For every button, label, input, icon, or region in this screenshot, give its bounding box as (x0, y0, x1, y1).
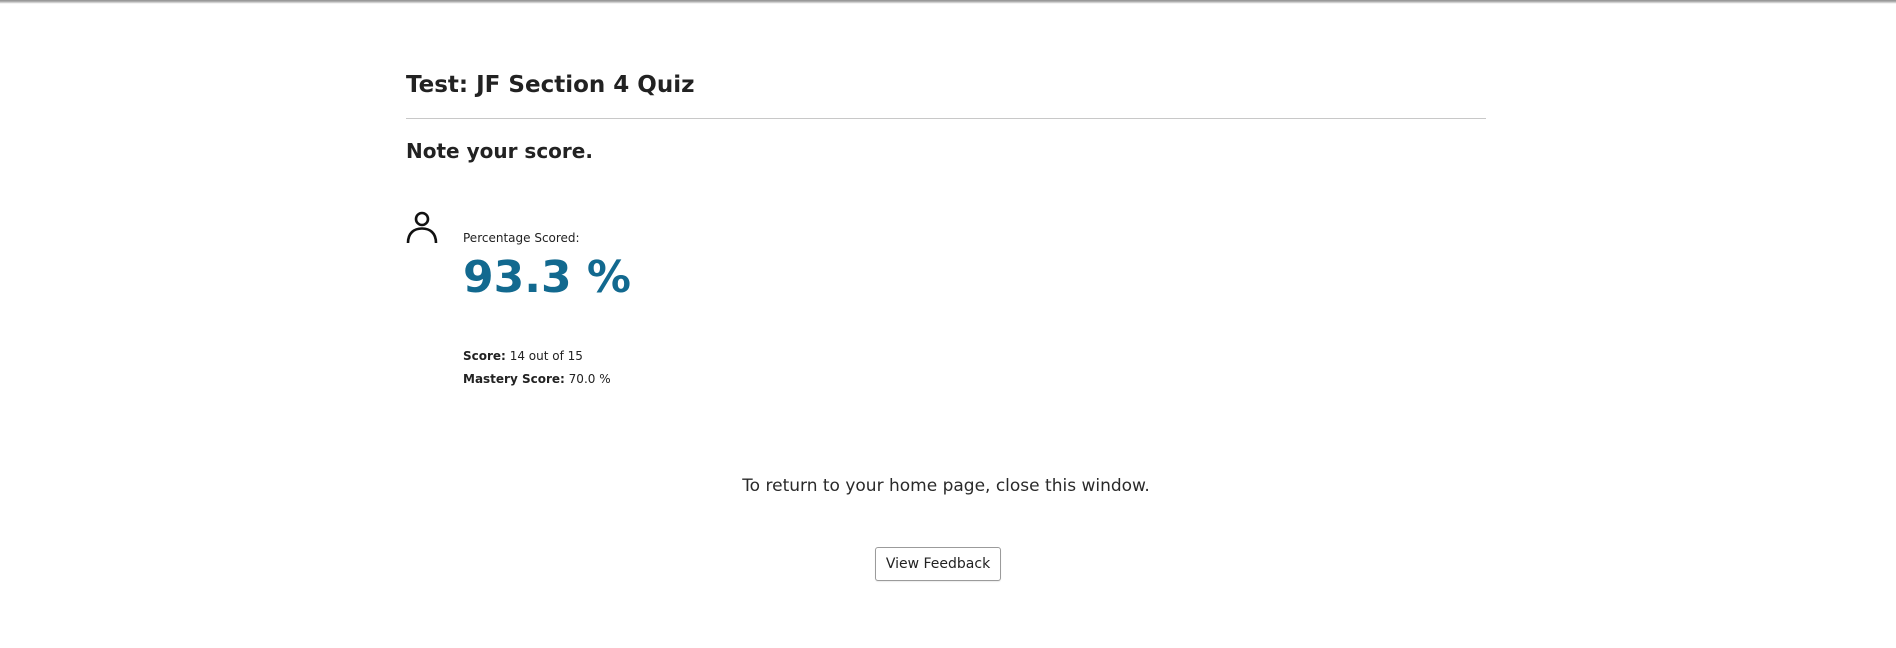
mastery-score-row: Mastery Score: 70.0 % (463, 368, 1063, 391)
mastery-score-label: Mastery Score: (463, 372, 565, 386)
note-heading: Note your score. (406, 139, 593, 163)
return-instructions: To return to your home page, close this … (742, 476, 1150, 496)
score-block: Percentage Scored: 93.3 % Score: 14 out … (463, 229, 1063, 391)
score-label: Score: (463, 349, 506, 363)
title-divider (406, 118, 1486, 119)
person-icon (406, 211, 438, 244)
view-feedback-button[interactable]: View Feedback (874, 547, 1002, 581)
score-details: Score: 14 out of 15 Mastery Score: 70.0 … (463, 345, 1063, 391)
percentage-label: Percentage Scored: (463, 231, 580, 245)
score-row: Score: 14 out of 15 (463, 345, 1063, 368)
page-title: Test: JF Section 4 Quiz (406, 72, 695, 98)
score-value: 14 out of 15 (509, 349, 583, 363)
results-panel: Test: JF Section 4 Quiz Note your score.… (406, 0, 1486, 648)
button-row: View Feedback (406, 547, 1470, 581)
percentage-value: 93.3 % (463, 252, 631, 303)
mastery-score-value: 70.0 % (568, 372, 611, 386)
